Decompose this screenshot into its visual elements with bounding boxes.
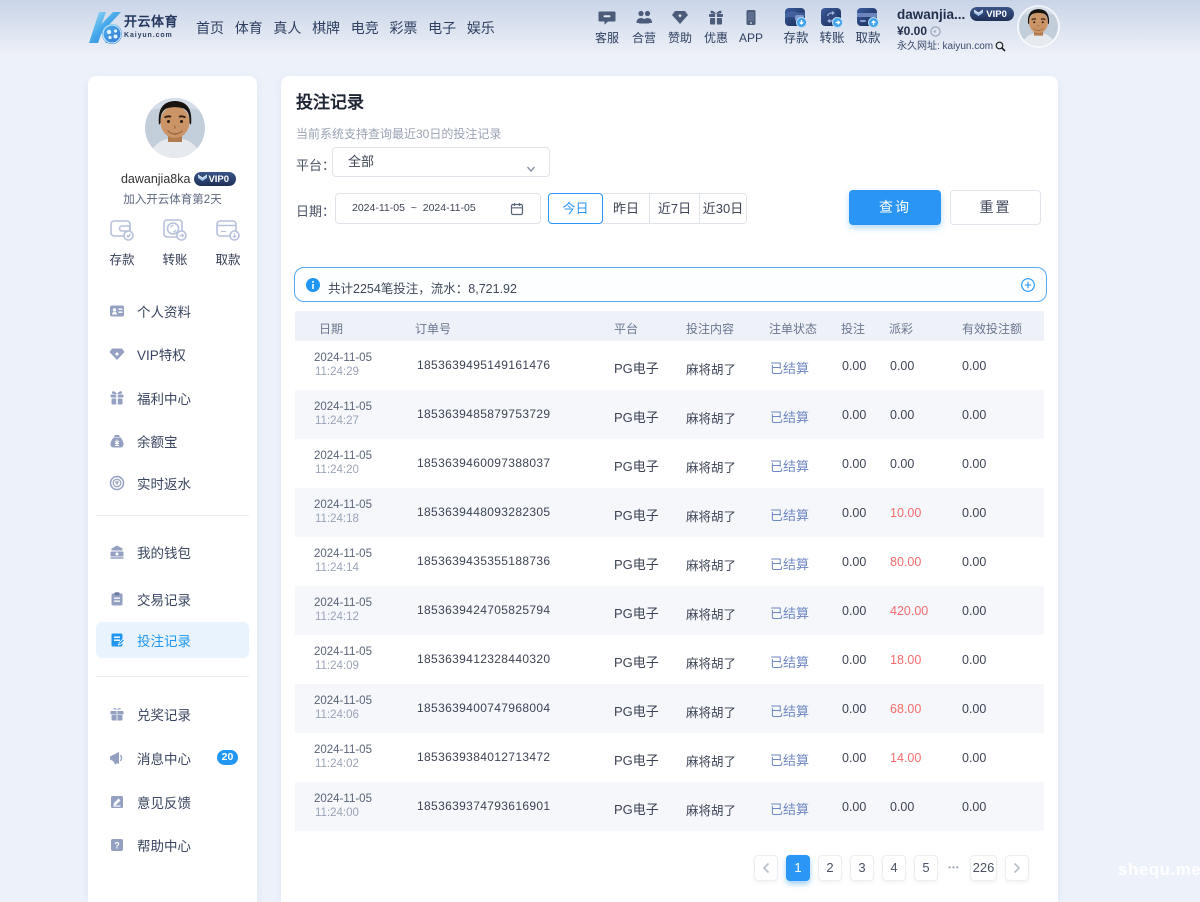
svg-text:?: ? [114,841,120,851]
